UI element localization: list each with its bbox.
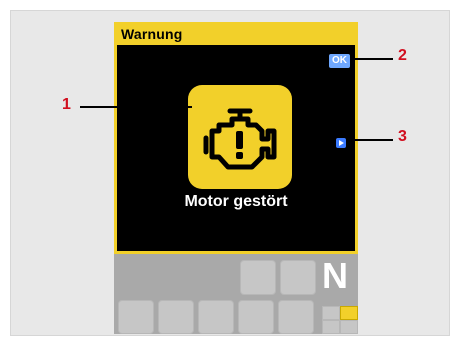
mini-indicator	[340, 320, 358, 334]
warning-title-bar: Warnung	[117, 25, 355, 45]
status-cell	[158, 300, 194, 334]
status-cell	[238, 300, 274, 334]
engine-warning-icon	[203, 108, 277, 170]
instrument-display: Warnung OK Motor gestört	[114, 22, 358, 254]
warning-message: Motor gestört	[184, 193, 288, 210]
ok-button[interactable]: OK	[329, 54, 350, 68]
callout-1-line	[80, 106, 192, 108]
callout-2: 2	[398, 47, 407, 64]
mini-indicator	[322, 306, 340, 320]
status-cell	[240, 260, 276, 295]
callout-1: 1	[62, 96, 71, 113]
callout-3: 3	[398, 128, 407, 145]
engine-warning-tile	[188, 85, 292, 189]
callout-3-line	[348, 139, 393, 141]
status-cell	[278, 300, 314, 334]
callout-2-line	[355, 58, 393, 60]
status-cell	[280, 260, 316, 295]
next-arrow-icon[interactable]	[336, 138, 346, 148]
gear-indicator: N	[322, 255, 348, 296]
status-cell	[118, 300, 154, 334]
mini-indicator-active	[340, 306, 358, 320]
status-cell	[198, 300, 234, 334]
mini-indicator	[322, 320, 340, 334]
warning-title: Warnung	[121, 26, 183, 42]
